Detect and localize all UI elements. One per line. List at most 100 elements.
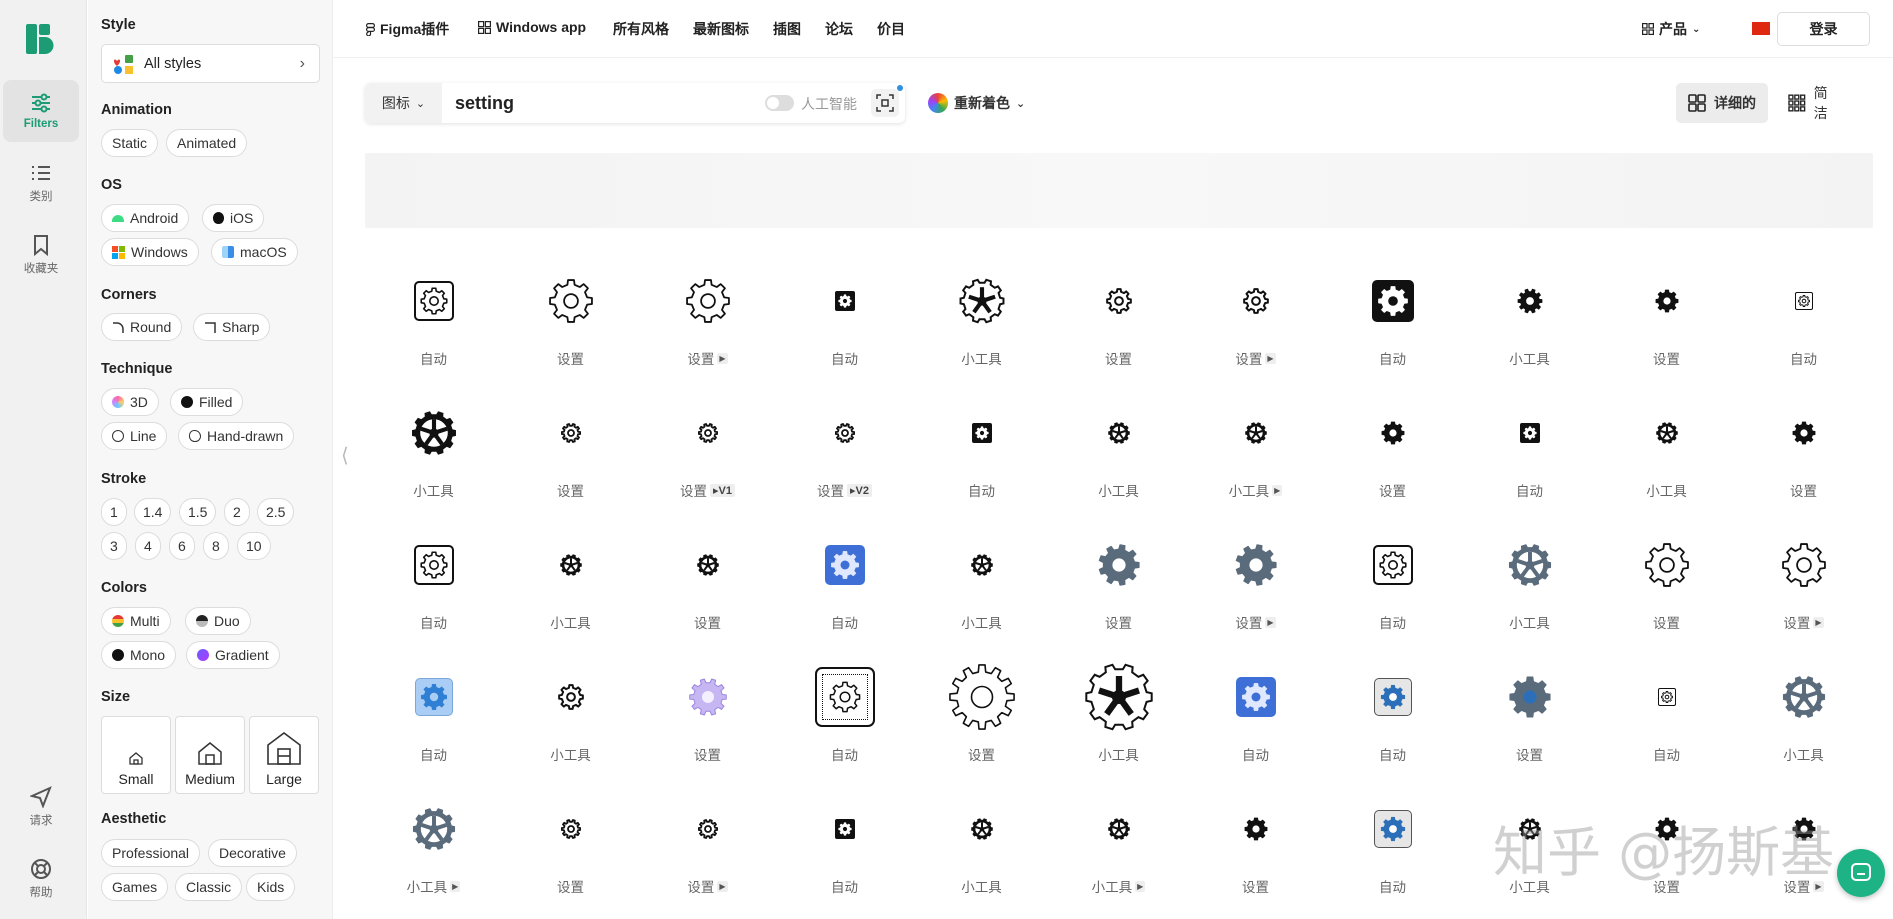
icon-card[interactable]: 自动: [1598, 664, 1735, 796]
icon-card[interactable]: 设置: [502, 400, 639, 532]
chip-round[interactable]: Round: [101, 313, 183, 341]
rail-item-favorites[interactable]: 收藏夹: [3, 224, 79, 286]
icon-card[interactable]: 设置: [1324, 400, 1461, 532]
icon-card[interactable]: 设置: [1050, 268, 1187, 400]
image-search-button[interactable]: [871, 85, 903, 117]
chip-animated[interactable]: Animated: [166, 129, 248, 157]
icon-card[interactable]: 自动: [1461, 400, 1598, 532]
icon-card[interactable]: 设置: [639, 532, 776, 664]
icon-card[interactable]: 自动: [1735, 268, 1872, 400]
chip-filled[interactable]: Filled: [170, 388, 244, 416]
style-selector[interactable]: All styles ›: [101, 44, 320, 83]
icon-card[interactable]: 小工具: [913, 532, 1050, 664]
size-large-card[interactable]: Large: [249, 716, 319, 794]
nav-all-styles[interactable]: 所有风格: [613, 19, 669, 39]
ai-toggle[interactable]: [765, 95, 794, 111]
chip-3d[interactable]: 3D: [101, 388, 159, 416]
icon-card[interactable]: 设置: [1461, 664, 1598, 796]
rail-item-categories[interactable]: 类别: [3, 152, 79, 214]
icon-card[interactable]: 小工具: [913, 268, 1050, 400]
view-detailed-button[interactable]: 详细的: [1676, 83, 1768, 123]
icon-card[interactable]: 设置 ▶: [639, 796, 776, 919]
icon-card[interactable]: 设置: [502, 268, 639, 400]
icon-card[interactable]: 自动: [776, 796, 913, 919]
chip-stroke-1[interactable]: 1: [101, 498, 127, 526]
icon-card[interactable]: 自动: [365, 664, 502, 796]
chip-windows[interactable]: Windows: [101, 238, 199, 266]
chip-kids[interactable]: Kids: [246, 873, 296, 901]
search-type-dropdown[interactable]: 图标 ⌄: [365, 83, 442, 123]
nav-pricing[interactable]: 价目: [877, 19, 905, 39]
icon-card[interactable]: 小工具: [1050, 663, 1187, 796]
rail-item-filters[interactable]: Filters: [3, 80, 79, 142]
icon-card[interactable]: 小工具: [1735, 664, 1872, 796]
icon-card[interactable]: 设置 ▸V2: [776, 400, 913, 532]
chip-android[interactable]: Android: [101, 204, 190, 232]
icon-card[interactable]: 设置: [1187, 796, 1324, 919]
icon-card[interactable]: 小工具: [1461, 268, 1598, 400]
chip-decorative[interactable]: Decorative: [208, 839, 297, 867]
icon-card[interactable]: 自动: [1324, 532, 1461, 664]
chip-stroke-10[interactable]: 10: [237, 532, 271, 560]
icon-card[interactable]: 设置 ▶: [1187, 532, 1324, 664]
chip-stroke-1-5[interactable]: 1.5: [179, 498, 217, 526]
icon-card[interactable]: 自动: [1324, 664, 1461, 796]
icon-card[interactable]: 小工具 ▶: [1050, 796, 1187, 919]
chip-mono[interactable]: Mono: [101, 641, 177, 669]
icon-card[interactable]: 自动: [776, 664, 913, 796]
icon-card[interactable]: 自动: [776, 532, 913, 664]
chip-stroke-6[interactable]: 6: [169, 532, 195, 560]
icon-card[interactable]: 小工具: [365, 400, 502, 532]
chip-stroke-2[interactable]: 2: [224, 498, 250, 526]
chip-stroke-3[interactable]: 3: [101, 532, 127, 560]
chip-gradient[interactable]: Gradient: [186, 641, 280, 669]
icon-card[interactable]: 小工具: [502, 664, 639, 796]
icon-card[interactable]: 自动: [1324, 268, 1461, 400]
chip-stroke-2-5[interactable]: 2.5: [257, 498, 295, 526]
nav-illustrations[interactable]: 插图: [773, 19, 801, 39]
search-input[interactable]: setting: [455, 93, 514, 114]
icons8-logo[interactable]: [26, 24, 54, 54]
china-flag-icon[interactable]: [1752, 22, 1770, 35]
chip-stroke-8[interactable]: 8: [203, 532, 229, 560]
chip-macos[interactable]: macOS: [211, 238, 298, 266]
nav-products-dropdown[interactable]: 产品 ⌄: [1642, 19, 1700, 39]
icon-card[interactable]: 小工具 ▶: [1187, 400, 1324, 532]
collapse-panel-icon[interactable]: ⟨: [341, 443, 349, 468]
icon-card[interactable]: 设置: [502, 796, 639, 919]
chip-line[interactable]: Line: [101, 422, 168, 450]
chip-games[interactable]: Games: [101, 873, 169, 901]
size-medium-card[interactable]: Medium: [175, 716, 245, 794]
chip-sharp[interactable]: Sharp: [193, 313, 271, 341]
nav-figma-plugin[interactable]: Figma插件: [366, 19, 449, 39]
icon-card[interactable]: 设置: [1598, 268, 1735, 400]
nav-windows-app[interactable]: Windows app: [478, 19, 586, 35]
chip-professional[interactable]: Professional: [101, 839, 201, 867]
chip-stroke-1-4[interactable]: 1.4: [134, 498, 172, 526]
icon-card[interactable]: 设置: [1050, 532, 1187, 664]
chip-multi[interactable]: Multi: [101, 607, 171, 635]
chip-duo[interactable]: Duo: [185, 607, 251, 635]
icon-card[interactable]: 小工具: [502, 532, 639, 664]
chip-classic[interactable]: Classic: [175, 873, 243, 901]
icon-card[interactable]: 小工具: [1461, 532, 1598, 664]
icon-card[interactable]: 自动: [776, 268, 913, 400]
icon-card[interactable]: 设置 ▸V1: [639, 400, 776, 532]
icon-card[interactable]: 小工具: [1050, 400, 1187, 532]
icon-card[interactable]: 自动: [1324, 796, 1461, 919]
icon-card[interactable]: 设置: [1598, 532, 1735, 664]
login-button[interactable]: 登录: [1777, 12, 1870, 46]
icon-card[interactable]: 设置 ▶: [1735, 532, 1872, 664]
chip-hand-drawn[interactable]: Hand-drawn: [178, 422, 295, 450]
icon-card[interactable]: 自动: [365, 268, 502, 400]
chip-ios[interactable]: iOS: [202, 204, 265, 232]
chat-button[interactable]: [1837, 849, 1885, 897]
view-simple-button[interactable]: 简洁: [1776, 83, 1853, 123]
rail-item-request[interactable]: 请求: [3, 776, 79, 838]
nav-newest-icons[interactable]: 最新图标: [693, 19, 749, 39]
icon-card[interactable]: 设置 ▶: [639, 268, 776, 400]
icon-card[interactable]: 设置 ▶: [1187, 268, 1324, 400]
rail-item-help[interactable]: 帮助: [3, 848, 79, 910]
chip-static[interactable]: Static: [101, 129, 159, 157]
icon-card[interactable]: 设置: [639, 664, 776, 796]
